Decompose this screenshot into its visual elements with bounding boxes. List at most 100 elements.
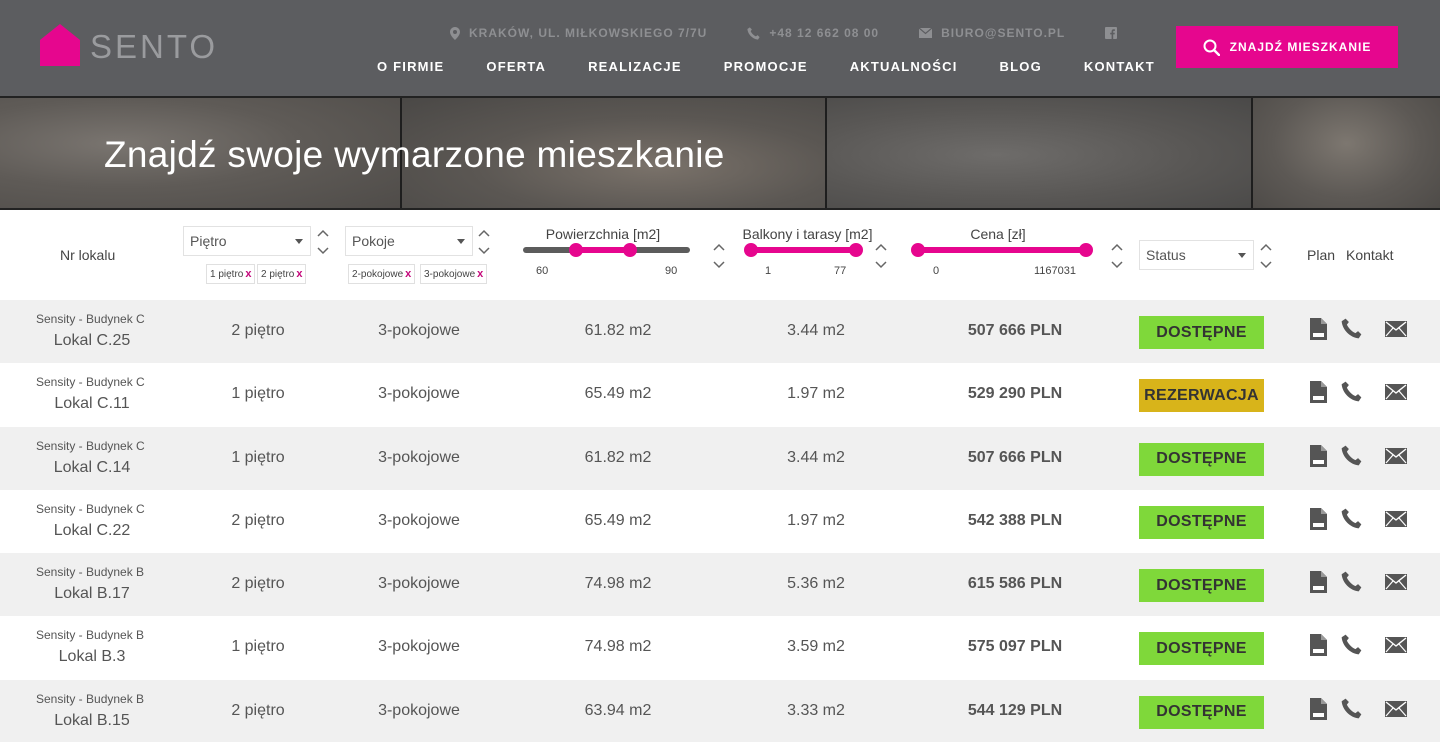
nav-item-o-firmie[interactable]: O FIRMIE — [377, 59, 444, 74]
area-cell: 65.49 m2 — [584, 511, 652, 529]
pdf-plan-icon[interactable] — [1310, 444, 1327, 467]
phone-icon[interactable] — [1341, 508, 1362, 529]
unit-number[interactable]: Lokal C.25 — [36, 332, 148, 350]
balcony-cell: 3.59 m2 — [787, 638, 845, 656]
rooms-cell: 3-pokojowe — [378, 322, 460, 339]
nav-item-aktualnosci[interactable]: AKTUALNOŚCI — [850, 59, 958, 74]
area-cell: 61.82 m2 — [584, 322, 652, 339]
pdf-plan-icon[interactable] — [1310, 381, 1327, 404]
phone-icon[interactable] — [1341, 634, 1362, 655]
mail-icon[interactable] — [1385, 637, 1407, 654]
status-badge[interactable]: DOSTĘPNE — [1139, 505, 1264, 539]
balcony-cell: 1.97 m2 — [787, 511, 845, 529]
tag-remove-icon[interactable]: x — [296, 268, 302, 280]
pdf-plan-icon[interactable] — [1310, 697, 1327, 720]
status-badge[interactable]: DOSTĘPNE — [1139, 632, 1264, 666]
status-select[interactable]: Status — [1139, 240, 1254, 270]
logo-text: SENTO — [90, 28, 219, 65]
phone-icon[interactable] — [1341, 571, 1362, 592]
pdf-plan-icon[interactable] — [1310, 571, 1327, 594]
balcony-min-handle[interactable] — [744, 243, 758, 257]
price-sort-arrows[interactable] — [1110, 242, 1124, 272]
balcony-range-label: Balkony i tarasy [m2] — [742, 226, 873, 242]
building-name: Sensity - Budynek B — [36, 565, 145, 580]
area-min-handle[interactable] — [569, 243, 584, 257]
table-row[interactable]: Sensity - Budynek C Lokal C.22 2 piętro … — [0, 489, 1440, 554]
unit-number[interactable]: Lokal C.22 — [36, 522, 148, 540]
price-min-handle[interactable] — [911, 243, 925, 257]
tag-remove-icon[interactable]: x — [245, 268, 251, 280]
nav-item-realizacje[interactable]: REALIZACJE — [588, 59, 682, 74]
status-badge[interactable]: DOSTĘPNE — [1139, 316, 1264, 349]
price-min-value: 0 — [933, 265, 940, 277]
phone-item[interactable]: +48 12 662 08 00 — [747, 26, 879, 40]
pdf-plan-icon[interactable] — [1310, 507, 1327, 530]
table-row[interactable]: Sensity - Budynek B Lokal B.17 2 piętro … — [0, 553, 1440, 617]
phone-icon[interactable] — [1341, 445, 1362, 466]
rooms-tag-3[interactable]: 3-pokojowe x — [420, 264, 488, 284]
nav-item-blog[interactable]: BLOG — [1000, 59, 1042, 74]
balcony-min-value: 1 — [765, 265, 772, 277]
nav-item-oferta[interactable]: OFERTA — [486, 59, 546, 74]
floor-tag-2[interactable]: 2 piętro x — [257, 264, 307, 284]
status-sort-arrows[interactable] — [1259, 242, 1273, 272]
status-badge[interactable]: DOSTĘPNE — [1139, 442, 1264, 476]
mail-icon[interactable] — [1385, 510, 1407, 527]
phone-icon[interactable] — [1341, 698, 1362, 719]
facebook-icon[interactable] — [1105, 27, 1118, 39]
mail-icon[interactable] — [1385, 447, 1407, 464]
rooms-sort-arrows[interactable] — [477, 228, 491, 258]
facebook-item[interactable] — [1105, 27, 1126, 39]
balcony-sort-arrows[interactable] — [874, 242, 888, 272]
phone-icon[interactable] — [1341, 318, 1362, 339]
unit-number[interactable]: Lokal C.14 — [36, 459, 148, 477]
tag-remove-icon[interactable]: x — [405, 268, 411, 280]
table-row[interactable]: Sensity - Budynek B Lokal B.15 2 piętro … — [0, 679, 1440, 742]
building-name: Sensity - Budynek B — [36, 691, 145, 706]
nav-item-promocje[interactable]: PROMOCJE — [724, 59, 808, 74]
area-range-slider[interactable] — [523, 243, 690, 257]
contact-bar: KRAKÓW, UL. MIŁKOWSKIEGO 7/7U +48 12 662… — [450, 25, 1166, 41]
email-item[interactable]: BIURO@SENTO.PL — [919, 26, 1065, 40]
nr-lokalu-header: Nr lokalu — [60, 247, 116, 263]
phone-icon[interactable] — [1341, 381, 1362, 402]
find-apartment-button[interactable]: ZNAJDŹ MIESZKANIE — [1176, 26, 1398, 68]
rooms-select[interactable]: Pokoje — [345, 226, 473, 256]
table-row[interactable]: Sensity - Budynek B Lokal B.3 1 piętro 3… — [0, 616, 1440, 680]
area-cell: 74.98 m2 — [584, 575, 652, 593]
balcony-max-handle[interactable] — [849, 243, 863, 257]
floor-sort-arrows[interactable] — [316, 228, 330, 258]
table-row[interactable]: Sensity - Budynek C Lokal C.25 2 piętro … — [0, 300, 1440, 364]
unit-number[interactable]: Lokal C.11 — [36, 395, 148, 413]
price-max-handle[interactable] — [1079, 243, 1093, 257]
mail-icon[interactable] — [1385, 574, 1407, 591]
unit-number[interactable]: Lokal B.3 — [36, 648, 148, 666]
area-max-handle[interactable] — [622, 243, 637, 257]
chevron-down-icon — [295, 239, 303, 244]
area-range-label: Powierzchnia [m2] — [545, 226, 661, 242]
status-badge[interactable]: DOSTĘPNE — [1139, 569, 1264, 603]
pdf-plan-icon[interactable] — [1310, 318, 1327, 340]
address-text: KRAKÓW, UL. MIŁKOWSKIEGO 7/7U — [469, 26, 708, 40]
mail-icon[interactable] — [1385, 321, 1407, 337]
balcony-range-slider[interactable] — [744, 243, 863, 257]
tag-remove-icon[interactable]: x — [477, 268, 483, 280]
floor-tag-1[interactable]: 1 piętro x — [206, 264, 256, 284]
rooms-cell: 3-pokojowe — [378, 575, 460, 593]
price-range-slider[interactable] — [911, 243, 1093, 257]
unit-number[interactable]: Lokal B.17 — [36, 585, 148, 603]
rooms-tag-2[interactable]: 2-pokojowe x — [348, 264, 416, 284]
status-badge[interactable]: REZERWACJA — [1139, 379, 1264, 413]
unit-number[interactable]: Lokal B.15 — [36, 712, 148, 730]
logo[interactable]: SENTO — [40, 24, 218, 66]
table-row[interactable]: Sensity - Budynek C Lokal C.11 1 piętro … — [0, 363, 1440, 427]
pdf-plan-icon[interactable] — [1310, 634, 1327, 657]
floor-select[interactable]: Piętro — [183, 226, 311, 256]
logo-house-icon — [40, 24, 80, 66]
table-row[interactable]: Sensity - Budynek C Lokal C.14 1 piętro … — [0, 426, 1440, 490]
mail-icon[interactable] — [1385, 384, 1407, 401]
mail-icon[interactable] — [1385, 700, 1407, 717]
nav-item-kontakt[interactable]: KONTAKT — [1084, 59, 1155, 74]
status-badge[interactable]: DOSTĘPNE — [1139, 695, 1264, 729]
area-sort-arrows[interactable] — [712, 242, 726, 272]
